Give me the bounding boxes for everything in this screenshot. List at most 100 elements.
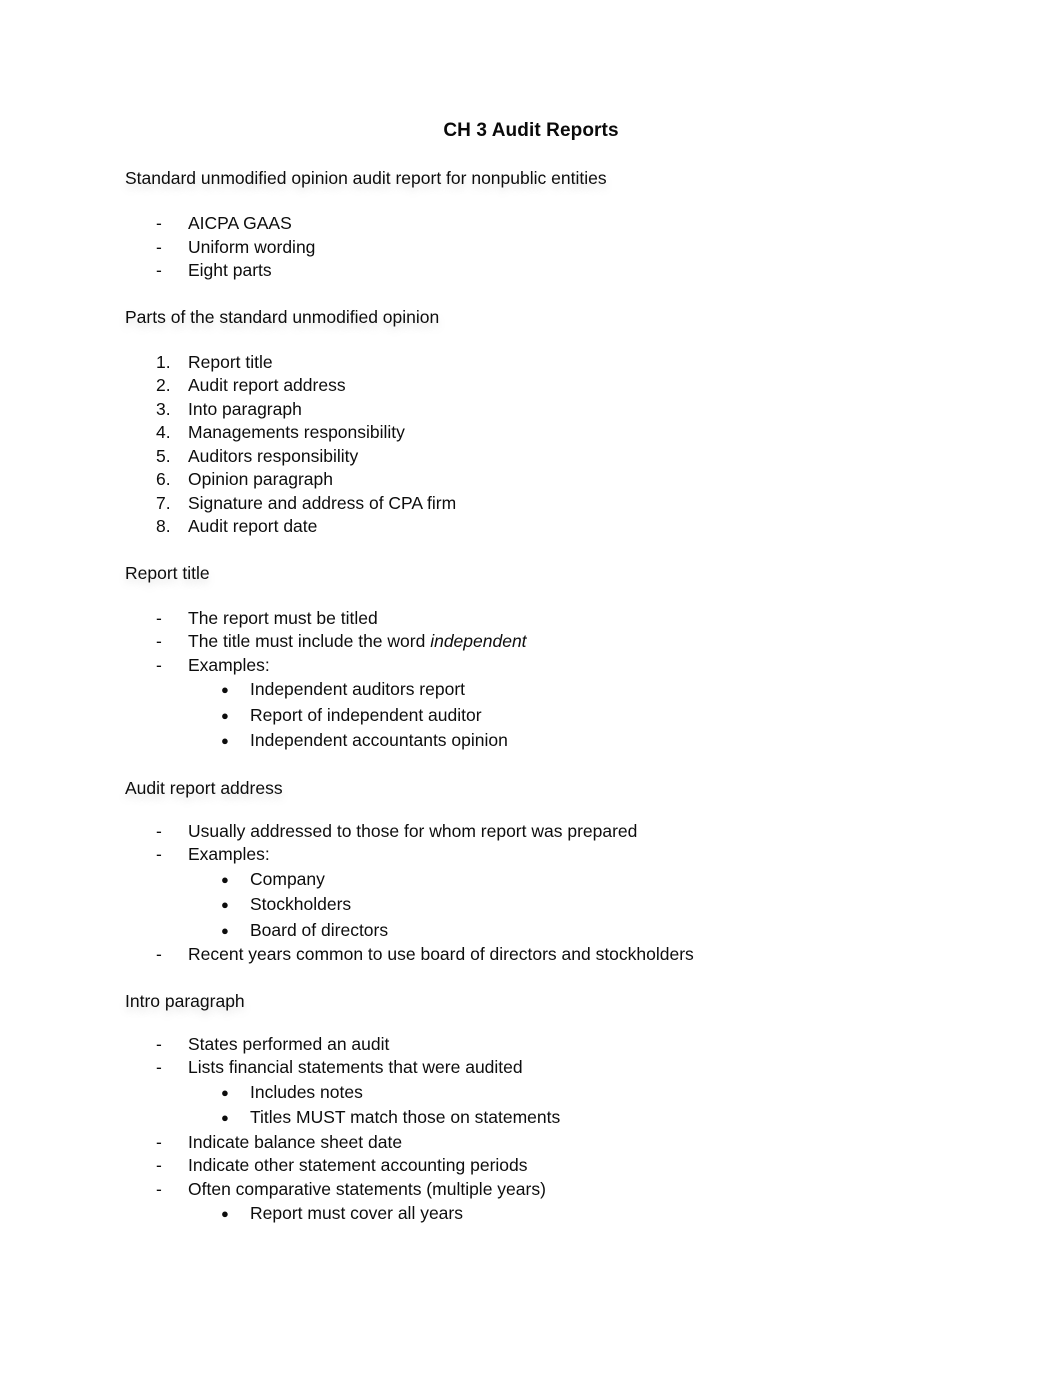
list-item: - Often comparative statements (multiple… — [125, 1178, 985, 1202]
bullet-icon: ● — [221, 1084, 229, 1100]
list-item-label: The report must be titled — [188, 607, 378, 628]
list-item: ● Includes notes — [125, 1080, 985, 1106]
list-marker: 7. — [156, 492, 171, 513]
list-item-label: The title must include the word independ… — [188, 630, 985, 654]
list-item-label: Company — [250, 868, 325, 889]
list-item: 1. Report title — [125, 351, 985, 375]
list-item-label: Into paragraph — [188, 398, 302, 419]
list-item: - Indicate other statement accounting pe… — [125, 1154, 985, 1178]
list-item: 5. Auditors responsibility — [125, 445, 985, 469]
section-heading-row: Intro paragraph — [125, 989, 985, 1013]
document-page: CH 3 Audit Reports Standard unmodified o… — [0, 0, 1062, 1377]
bullet-icon: ● — [221, 682, 229, 697]
section-heading: Standard unmodified opinion audit report… — [125, 168, 607, 188]
list-marker: - — [156, 820, 162, 841]
list-item: 8. Audit report date — [125, 515, 985, 539]
list-marker: - — [156, 1057, 162, 1077]
list-item: ● Report of independent auditor — [125, 703, 985, 729]
list-item-label: Stockholders — [250, 894, 352, 914]
list-item-label: Opinion paragraph — [188, 469, 333, 489]
list-item: 6. Opinion paragraph — [125, 468, 985, 492]
list-item-label: Indicate other statement accounting peri… — [188, 1155, 528, 1175]
list-item-label: Independent accountants opinion — [250, 730, 508, 750]
list-item-label: Independent auditors report — [250, 679, 466, 699]
list-item: - Lists financial statements that were a… — [125, 1056, 985, 1080]
list-marker: - — [156, 260, 162, 280]
list-item-label: Includes notes — [250, 1081, 363, 1102]
list-item-label: Eight parts — [188, 260, 272, 280]
bullet-icon: ● — [221, 1206, 229, 1221]
list-marker: 2. — [156, 375, 171, 395]
section-standard-unmodified-opinion: Standard unmodified opinion audit report… — [125, 166, 985, 283]
list-item: - States performed an audit — [125, 1033, 985, 1057]
section-heading-row: Report title — [125, 561, 985, 585]
list-item: ● Independent auditors report — [125, 677, 985, 703]
list-item: ● Stockholders — [125, 892, 985, 918]
list-marker: - — [156, 1178, 162, 1199]
list-item: - Usually addressed to those for whom re… — [125, 820, 985, 844]
list-item-label: Examples: — [188, 844, 270, 864]
bullet-icon: ● — [221, 707, 229, 723]
list-marker: 4. — [156, 422, 171, 442]
list-item-label: Uniform wording — [188, 236, 316, 257]
list-item: - Eight parts — [125, 259, 985, 283]
list-marker: - — [156, 607, 162, 628]
list-marker: - — [156, 654, 162, 675]
section-report-title: Report title - The report must be titled… — [125, 561, 985, 754]
list-item-label: Examples: — [188, 654, 270, 675]
bullet-icon: ● — [221, 871, 229, 887]
list-marker: 3. — [156, 398, 171, 419]
list-marker: 1. — [156, 351, 171, 372]
bullet-icon: ● — [221, 897, 229, 912]
list-item-label: Usually addressed to those for whom repo… — [188, 820, 638, 841]
list-item: ● Board of directors — [125, 918, 985, 944]
list-item: ● Company — [125, 867, 985, 893]
list-item-label: Report of independent auditor — [250, 704, 482, 725]
list-item-label: Indicate balance sheet date — [188, 1131, 403, 1152]
list-item-label: AICPA GAAS — [188, 213, 292, 233]
list-marker: - — [156, 844, 162, 864]
list-marker: - — [156, 213, 162, 233]
section-audit-report-address: Audit report address - Usually addressed… — [125, 776, 985, 967]
list-item-label: Report title — [188, 351, 273, 372]
list-marker: - — [156, 1131, 162, 1152]
list-item-label: Recent years common to use board of dire… — [188, 944, 694, 964]
list-item: - Indicate balance sheet date — [125, 1131, 985, 1155]
document-body: Standard unmodified opinion audit report… — [125, 166, 985, 1227]
list-marker: 6. — [156, 469, 171, 489]
bullet-icon: ● — [221, 1110, 229, 1125]
list-item-label: Often comparative statements (multiple y… — [188, 1178, 546, 1199]
list-marker: 8. — [156, 516, 171, 536]
section-heading: Report title — [125, 562, 210, 583]
section-heading-row: Audit report address — [125, 776, 985, 800]
section-parts-of-standard-unmodified-opinion: Parts of the standard unmodified opinion… — [125, 305, 985, 539]
section-intro-paragraph: Intro paragraph - States performed an au… — [125, 989, 985, 1227]
section-heading: Audit report address — [125, 777, 283, 798]
list-item: - Examples: — [125, 654, 985, 678]
page-title: CH 3 Audit Reports — [443, 120, 619, 141]
section-heading: Parts of the standard unmodified opinion — [125, 306, 440, 327]
list-marker: - — [156, 1033, 162, 1054]
list-marker: - — [156, 631, 162, 651]
list-item: - Uniform wording — [125, 236, 985, 260]
list-item: - Recent years common to use board of di… — [125, 943, 985, 967]
list-item-label: Board of directors — [250, 919, 389, 940]
list-item-label: Signature and address of CPA firm — [188, 492, 457, 513]
section-heading-row: Parts of the standard unmodified opinion — [125, 305, 985, 329]
list-marker: - — [156, 236, 162, 257]
bullet-icon: ● — [221, 922, 229, 938]
list-item: 7. Signature and address of CPA firm — [125, 492, 985, 516]
list-item-label: Managements responsibility — [188, 422, 405, 442]
list-item: ● Report must cover all years — [125, 1201, 985, 1227]
list-item: 2. Audit report address — [125, 374, 985, 398]
list-item-label: Audit report date — [188, 516, 318, 536]
list-marker: - — [156, 944, 162, 964]
list-item-label: States performed an audit — [188, 1033, 390, 1054]
list-item: 3. Into paragraph — [125, 398, 985, 422]
